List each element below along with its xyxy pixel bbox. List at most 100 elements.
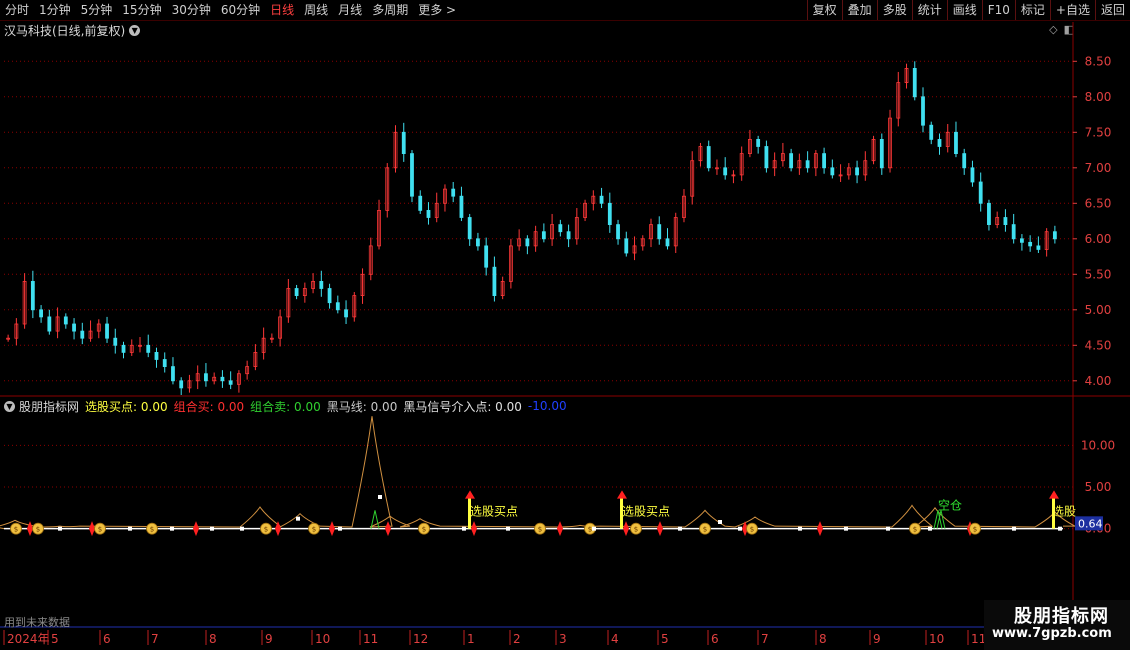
signal-dot (678, 526, 682, 531)
money-bag-glyph: $ (588, 526, 592, 534)
money-bag-glyph: $ (634, 526, 638, 534)
money-bag-glyph: $ (422, 526, 426, 534)
chevron-down-icon[interactable]: ▼ (4, 400, 15, 412)
black-horse-line (0, 416, 1076, 530)
candle-body (1011, 224, 1016, 240)
candle-body (154, 351, 159, 360)
signal-dot (738, 526, 742, 531)
indicator-tick-label: 5.00 (1085, 480, 1112, 494)
price-tick-label: 7.50 (1085, 125, 1112, 139)
time-tick-label: 10 (929, 632, 944, 646)
combo-buy-marker (329, 521, 335, 537)
candle-body (954, 131, 958, 155)
candle-body (822, 153, 826, 169)
candle-body (665, 238, 670, 247)
price-tick-label: 8.00 (1085, 90, 1112, 104)
money-bag-glyph: $ (703, 526, 707, 534)
legend-item-4: 黑马信号介入点: 0.00 (403, 399, 522, 414)
money-bag-glyph: $ (538, 526, 542, 534)
signal-dot (462, 526, 466, 531)
money-bag-glyph: $ (98, 526, 102, 534)
candle-body (1003, 217, 1008, 225)
signal-annotation: 选股买点 (622, 504, 670, 518)
time-tick-label: 10 (315, 632, 330, 646)
candle-body (789, 153, 794, 169)
candle-body (426, 209, 431, 218)
combo-buy-marker (657, 521, 663, 537)
buy-arrow-up (617, 490, 627, 499)
candle-body (30, 280, 35, 311)
time-tick-label: 7 (151, 632, 159, 646)
time-tick-label: 12 (413, 632, 428, 646)
time-tick-label: 6 (711, 632, 719, 646)
candle-body (624, 238, 629, 254)
watermark-url: www.7gpzb.com (992, 626, 1112, 641)
candle-body (47, 316, 52, 332)
candle-body (805, 160, 810, 169)
candle-body (319, 280, 324, 289)
money-bag-glyph: $ (150, 526, 154, 534)
candle-body (855, 167, 859, 176)
candle-body (401, 131, 406, 155)
candle-body (1020, 238, 1024, 243)
time-tick-label: 5 (661, 632, 669, 646)
candle-body (121, 344, 126, 353)
candle-body (204, 373, 208, 382)
candle-body (484, 245, 489, 268)
candle-body (764, 146, 769, 169)
candle-body (921, 96, 925, 126)
signal-dot (58, 526, 62, 531)
signal-dot (240, 526, 244, 531)
future-data-note: 用到未来数据 (4, 616, 70, 629)
candle-body (962, 153, 967, 169)
price-tick-label: 7.00 (1085, 161, 1112, 175)
candle-body (492, 266, 497, 297)
candle-body (228, 380, 233, 385)
candle-body (146, 344, 151, 353)
candle-body (566, 231, 571, 240)
signal-annotation: 选股 (1052, 504, 1076, 518)
candle-body (451, 188, 456, 197)
candle-body (294, 288, 299, 296)
signal-dot (886, 526, 890, 531)
signal-annotation: 选股买点 (470, 504, 518, 518)
signal-dot (506, 526, 510, 531)
time-tick-label: 8 (209, 632, 217, 646)
candle-body (937, 138, 942, 147)
time-tick-label: 2 (513, 632, 521, 646)
signal-dot (798, 526, 802, 531)
watermark-title: 股朋指标网 (1014, 606, 1109, 627)
money-bag-glyph: $ (264, 526, 268, 534)
candle-body (179, 380, 184, 389)
time-tick-label: 9 (873, 632, 881, 646)
candle-body (418, 195, 423, 211)
signal-dot (1012, 526, 1016, 531)
candle-body (987, 202, 991, 226)
price-tick-label: 4.00 (1085, 374, 1112, 388)
candle-body (929, 124, 934, 140)
combo-buy-marker (557, 521, 563, 537)
candle-body (72, 323, 76, 332)
candle-body (220, 376, 225, 382)
candle-body (599, 195, 604, 204)
candle-body (105, 323, 109, 339)
price-tick-label: 8.50 (1085, 54, 1112, 68)
candle-body (327, 288, 332, 304)
signal-dot (378, 495, 382, 499)
kline-chart[interactable]: 8.50 8.00 7.50 7.00 6.50 6.00 5.50 5.00 4.50 4.00… (0, 0, 1130, 650)
candle-body (879, 138, 884, 169)
signal-dot (928, 526, 932, 531)
combo-buy-marker (817, 521, 823, 537)
price-tick-label: 5.00 (1085, 303, 1112, 317)
money-bag-glyph: $ (36, 526, 40, 534)
money-bag-glyph: $ (312, 526, 316, 534)
candle-body (1036, 245, 1041, 250)
money-bag-glyph: $ (973, 526, 977, 534)
price-tick-label: 5.50 (1085, 267, 1112, 281)
legend-item-5: -10.00 (527, 399, 567, 413)
time-tick-label: 6 (103, 632, 111, 646)
time-tick-label: 11 (363, 632, 378, 646)
time-tick-label: 9 (265, 632, 273, 646)
money-bag-glyph: $ (913, 526, 917, 534)
money-bag-glyph: $ (750, 526, 754, 534)
